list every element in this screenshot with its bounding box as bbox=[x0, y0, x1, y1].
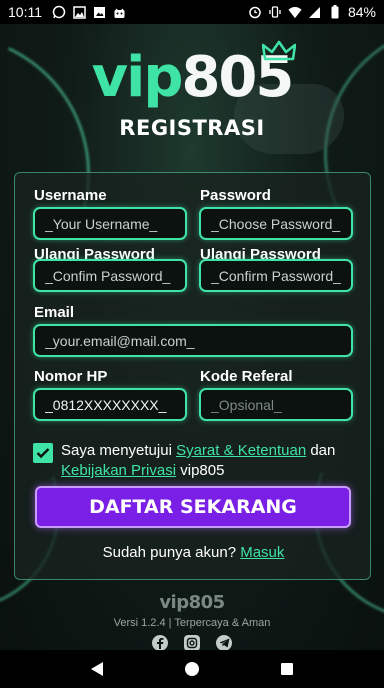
username-input[interactable] bbox=[33, 207, 187, 240]
back-button[interactable] bbox=[82, 654, 112, 684]
registration-form: Username Password Ulangi Password Ulangi… bbox=[14, 172, 371, 580]
footer-logo: vip805 bbox=[159, 592, 225, 613]
terms-text: Saya menyetujui Syarat & Ketentuan dan K… bbox=[61, 441, 361, 481]
brand-logo: vip805 bbox=[91, 40, 297, 110]
image-icon bbox=[72, 5, 86, 19]
wifi-icon bbox=[288, 5, 302, 19]
login-prompt-text: Sudah punya akun? bbox=[102, 544, 241, 561]
facebook-icon[interactable] bbox=[152, 635, 168, 651]
battery-level: 84% bbox=[347, 4, 376, 20]
image-icon bbox=[92, 5, 106, 19]
version-text: Versi 1.2.4 | Terpercaya & Aman bbox=[113, 617, 271, 629]
logo-vip-text: vip bbox=[91, 45, 184, 110]
terms-text-middle: dan bbox=[306, 442, 336, 459]
home-icon bbox=[184, 662, 199, 676]
whatsapp-icon bbox=[52, 5, 66, 19]
email-input[interactable] bbox=[33, 324, 353, 357]
alarm-icon bbox=[248, 5, 262, 19]
terms-link[interactable]: Syarat & Ketentuan bbox=[176, 442, 306, 459]
login-link[interactable]: Masuk bbox=[240, 544, 284, 561]
referral-input[interactable] bbox=[199, 388, 353, 421]
confirm-password-input[interactable] bbox=[33, 259, 187, 292]
navigation-bar bbox=[0, 650, 384, 688]
referral-label: Kode Referal bbox=[200, 368, 293, 385]
home-button[interactable] bbox=[177, 654, 207, 684]
terms-text-before: Saya menyetujui bbox=[61, 442, 177, 459]
username-label: Username bbox=[34, 187, 107, 204]
recents-icon bbox=[280, 663, 293, 675]
login-prompt: Sudah punya akun? Masuk bbox=[15, 544, 372, 561]
vibrate-icon bbox=[268, 5, 282, 19]
footer: vip805 Versi 1.2.4 | Terpercaya & Aman bbox=[0, 592, 384, 651]
battery-icon bbox=[328, 5, 342, 19]
checkmark-icon bbox=[36, 448, 50, 459]
telegram-icon[interactable] bbox=[216, 635, 232, 651]
back-icon bbox=[91, 662, 104, 676]
privacy-link[interactable]: Kebijakan Privasi bbox=[61, 462, 176, 479]
register-button[interactable]: DAFTAR SEKARANG bbox=[35, 486, 351, 528]
phone-input[interactable] bbox=[33, 388, 187, 421]
terms-checkbox[interactable] bbox=[33, 443, 53, 463]
status-time: 10:11 bbox=[8, 4, 42, 20]
status-right: 84% bbox=[248, 4, 376, 20]
terms-text-after: vip805 bbox=[176, 462, 225, 479]
password-input[interactable] bbox=[199, 207, 353, 240]
recents-button[interactable] bbox=[272, 654, 302, 684]
crown-icon bbox=[262, 40, 297, 61]
instagram-icon[interactable] bbox=[184, 635, 200, 651]
page-title: REGISTRASI bbox=[119, 116, 265, 140]
email-label: Email bbox=[34, 304, 75, 321]
phone-label: Nomor HP bbox=[34, 368, 108, 385]
header: vip805 REGISTRASI bbox=[0, 40, 384, 140]
status-bar: 10:11 84% bbox=[0, 0, 384, 24]
password-label: Password bbox=[200, 187, 271, 204]
status-left: 10:11 bbox=[8, 4, 126, 20]
confirm-password-input-2[interactable] bbox=[199, 259, 353, 292]
signal-icon bbox=[308, 5, 322, 19]
social-links bbox=[0, 635, 384, 651]
android-icon bbox=[112, 5, 126, 19]
